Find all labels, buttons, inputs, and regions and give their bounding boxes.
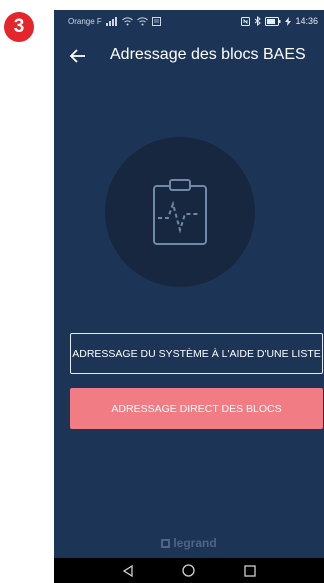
- nav-recents-button[interactable]: [240, 561, 260, 581]
- signal-icon: [105, 16, 118, 26]
- wifi-icon: [136, 16, 148, 26]
- battery-icon: [265, 16, 281, 26]
- square-recents-icon: [243, 564, 256, 577]
- brand-logo: legrand: [54, 536, 324, 550]
- clipboard-pulse-icon: [153, 179, 207, 245]
- back-button[interactable]: [66, 44, 90, 68]
- bluetooth-icon: [254, 16, 262, 26]
- page-title: Adressage des blocs BAES: [110, 46, 306, 63]
- carrier-label: Orange F: [68, 16, 102, 26]
- status-right: 14:36: [241, 16, 318, 26]
- android-nav-bar: [54, 558, 324, 583]
- nfc-icon: [241, 16, 251, 26]
- hero-illustration: [105, 137, 255, 287]
- step-number-badge: 3: [4, 12, 34, 42]
- status-time: 14:36: [295, 16, 318, 26]
- phone-screen: Orange F 14:36 Adressage des blocs BAES …: [54, 10, 324, 583]
- app-header: Adressage des blocs BAES: [54, 38, 324, 74]
- wifi-icon: [121, 16, 133, 26]
- notification-icon: [151, 16, 161, 26]
- charging-icon: [285, 16, 292, 26]
- status-left: Orange F: [68, 16, 161, 26]
- circle-home-icon: [182, 564, 196, 577]
- brand-name: legrand: [173, 536, 217, 550]
- legrand-logo-icon: [161, 538, 171, 548]
- direct-address-button[interactable]: ADRESSAGE DIRECT DES BLOCS: [70, 388, 323, 429]
- status-bar: Orange F 14:36: [54, 10, 324, 32]
- triangle-back-icon: [123, 564, 133, 577]
- nav-back-button[interactable]: [118, 561, 138, 581]
- address-by-list-button[interactable]: ADRESSAGE DU SYSTÈME À L'AIDE D'UNE LIST…: [70, 333, 323, 374]
- nav-home-button[interactable]: [179, 561, 199, 581]
- arrow-left-icon: [70, 49, 85, 63]
